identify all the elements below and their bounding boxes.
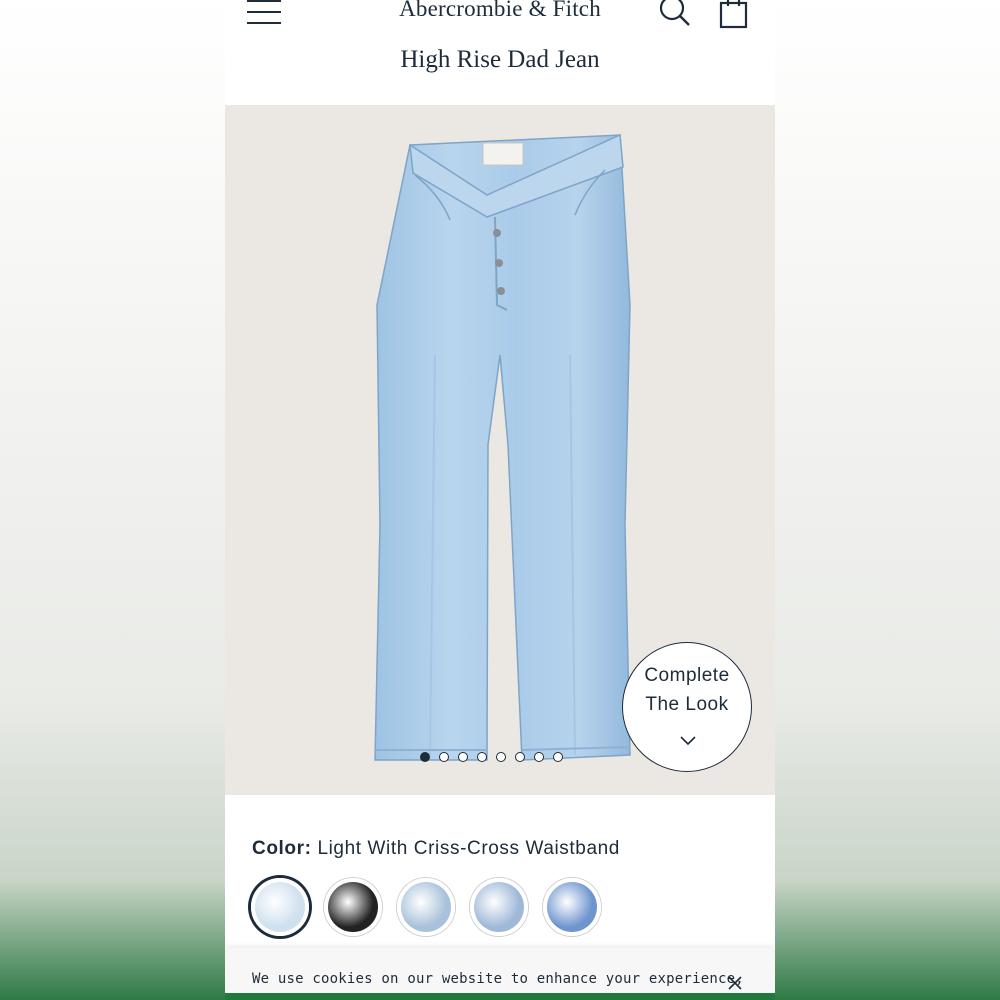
pagination-dot[interactable] xyxy=(458,752,468,762)
color-value: Light With Criss-Cross Waistband xyxy=(317,838,620,859)
chevron-down-icon xyxy=(680,736,696,746)
color-swatch-medium-light[interactable] xyxy=(470,878,528,936)
pagination-dot[interactable] xyxy=(534,752,544,762)
swatch-fill xyxy=(255,882,305,932)
search-icon[interactable] xyxy=(658,0,692,28)
swatch-fill xyxy=(547,882,597,932)
swatch-fill xyxy=(401,882,451,932)
color-swatch-light-destroyed[interactable] xyxy=(397,878,455,936)
color-selection-label: Color: Light With Criss-Cross Waistband xyxy=(252,838,620,860)
bottom-accent-bar xyxy=(225,993,775,1000)
complete-the-look-button[interactable]: Complete The Look xyxy=(622,642,752,772)
color-swatch-black[interactable] xyxy=(324,878,382,936)
product-title: High Rise Dad Jean xyxy=(400,46,600,73)
brand-logo[interactable]: Abercrombie & Fitch xyxy=(225,0,775,22)
pagination-dot[interactable] xyxy=(496,752,506,762)
swatch-fill xyxy=(328,882,378,932)
pagination-dot[interactable] xyxy=(439,752,449,762)
close-icon[interactable] xyxy=(727,975,743,991)
color-label: Color: xyxy=(252,838,312,859)
pagination-dot[interactable] xyxy=(420,752,430,762)
site-header: Abercrombie & Fitch High Rise Dad Jean xyxy=(225,0,775,105)
cookie-banner-text: We use cookies on our website to enhance… xyxy=(252,971,744,987)
pagination-dot[interactable] xyxy=(515,752,525,762)
complete-look-line1: Complete xyxy=(644,665,730,686)
swatch-fill xyxy=(474,882,524,932)
color-swatch-list xyxy=(251,878,601,936)
pagination-dot[interactable] xyxy=(477,752,487,762)
product-image-gallery[interactable]: Complete The Look xyxy=(225,105,775,795)
shopping-bag-icon[interactable] xyxy=(718,0,750,30)
phone-screen: Abercrombie & Fitch High Rise Dad Jean C… xyxy=(225,0,775,1000)
pagination-dot[interactable] xyxy=(553,752,563,762)
image-pagination-dots xyxy=(420,752,563,764)
color-swatch-light-wash[interactable] xyxy=(251,878,309,936)
color-swatch-medium[interactable] xyxy=(543,878,601,936)
complete-look-line2: The Look xyxy=(645,694,729,715)
